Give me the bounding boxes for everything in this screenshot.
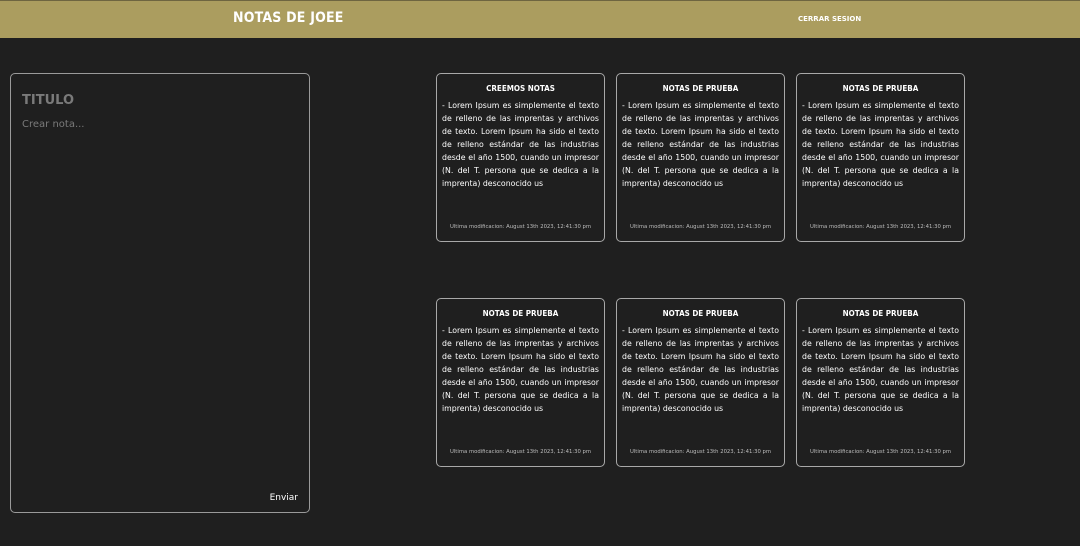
note-card-modified: Ultima modificacion: August 13th 2023, 1… [629,449,772,455]
logout-button[interactable]: CERRAR SESION [798,15,861,23]
note-card-modified: Ultima modificacion: August 13th 2023, 1… [809,449,952,455]
note-card-body: - Lorem Ipsum es simplemente el texto de… [622,101,779,188]
note-card-title: NOTAS DE PRUEBA [662,309,739,318]
note-card-body: - Lorem Ipsum es simplemente el texto de… [442,326,599,413]
send-button[interactable]: Enviar [270,493,298,503]
note-card[interactable]: NOTAS DE PRUEBA - Lorem Ipsum es simplem… [616,73,785,242]
note-card-title: NOTAS DE PRUEBA [842,309,919,318]
note-card-body: - Lorem Ipsum es simplemente el texto de… [802,326,959,413]
note-body-input[interactable] [22,119,297,479]
top-bar: NOTAS DE JOEE CERRAR SESION [0,0,1080,38]
note-card-modified: Ultima modificacion: August 13th 2023, 1… [449,449,592,455]
note-editor: Enviar [10,73,310,513]
note-card-modified: Ultima modificacion: August 13th 2023, 1… [629,224,772,230]
note-card[interactable]: NOTAS DE PRUEBA - Lorem Ipsum es simplem… [436,298,605,467]
note-card-title: NOTAS DE PRUEBA [842,84,919,93]
note-card-modified: Ultima modificacion: August 13th 2023, 1… [809,224,952,230]
note-card-body: - Lorem Ipsum es simplemente el texto de… [442,101,599,188]
note-card[interactable]: NOTAS DE PRUEBA - Lorem Ipsum es simplem… [616,298,785,467]
note-title-input[interactable] [22,93,292,108]
note-card[interactable]: CREEMOS NOTAS - Lorem Ipsum es simplemen… [436,73,605,242]
note-card-title: NOTAS DE PRUEBA [482,309,559,318]
note-card[interactable]: NOTAS DE PRUEBA - Lorem Ipsum es simplem… [796,73,965,242]
app-title: NOTAS DE JOEE [233,10,344,26]
note-card-body: - Lorem Ipsum es simplemente el texto de… [622,326,779,413]
note-card[interactable]: NOTAS DE PRUEBA - Lorem Ipsum es simplem… [796,298,965,467]
note-card-title: CREEMOS NOTAS [486,84,555,93]
note-card-body: - Lorem Ipsum es simplemente el texto de… [802,101,959,188]
note-card-modified: Ultima modificacion: August 13th 2023, 1… [449,224,592,230]
note-card-title: NOTAS DE PRUEBA [662,84,739,93]
